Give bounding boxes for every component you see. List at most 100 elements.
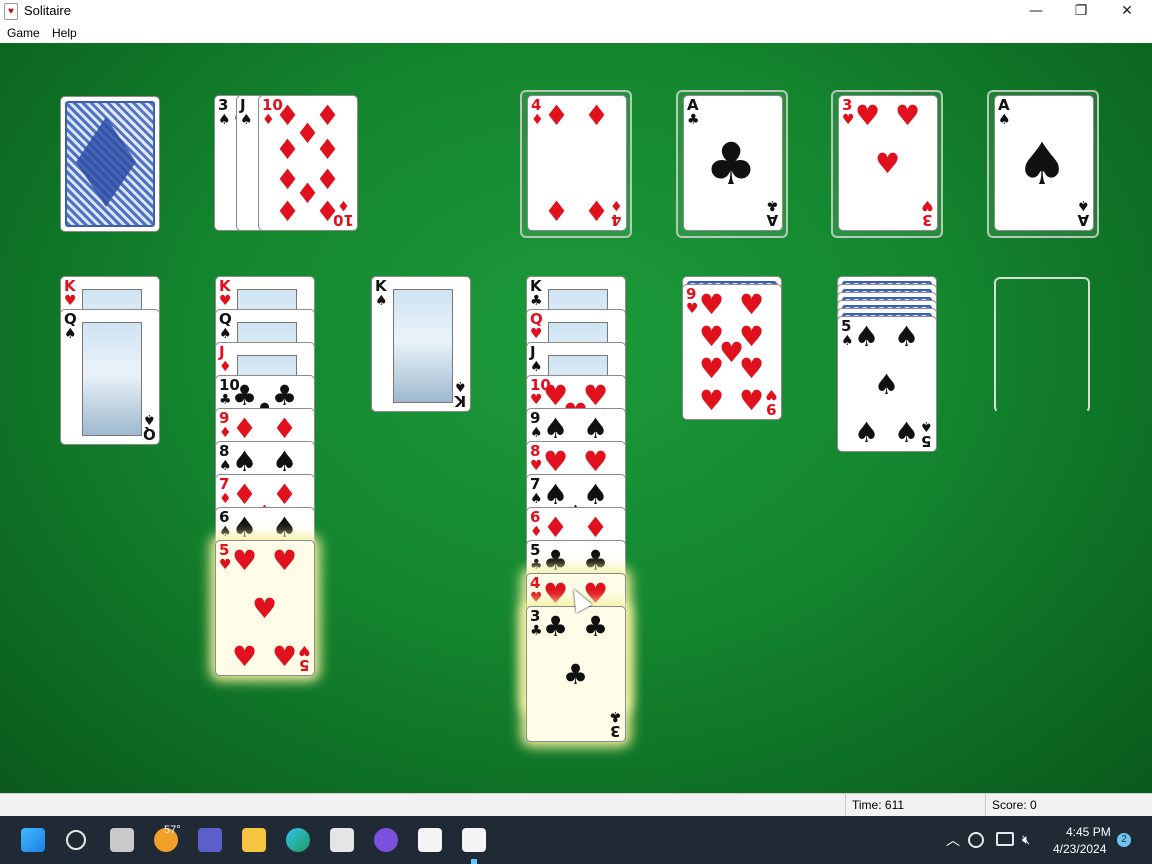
card-suit-rotated-icon: ♠	[920, 418, 933, 434]
microsoft-store-icon[interactable]	[330, 828, 354, 852]
card-corner-index: Q♠	[143, 411, 156, 443]
score-value: 0	[1030, 798, 1037, 812]
search-icon[interactable]	[66, 830, 86, 850]
playing-card[interactable]: A ♣ ♣ A ♣	[683, 95, 783, 231]
face-card-artwork	[82, 322, 142, 436]
volume-muted-icon[interactable]: 🔇︎	[1022, 832, 1030, 848]
card-suit-icon: ♣	[530, 557, 543, 573]
card-pip-icon: ♣	[583, 610, 609, 644]
clock-date[interactable]: 4/23/2024	[1053, 842, 1106, 856]
card-rank: A	[998, 96, 1010, 114]
card-pip-icon: ♥	[739, 352, 765, 386]
edge-browser-icon[interactable]	[286, 828, 310, 852]
card-pip-icon: ♦	[544, 194, 570, 228]
empty-tableau-slot[interactable]	[994, 277, 1090, 413]
card-rank: Q	[219, 310, 232, 328]
card-pip-icon: ♥	[583, 445, 609, 479]
card-corner-index: 9 ♥	[765, 386, 778, 418]
menu-help[interactable]: Help	[52, 26, 77, 40]
playing-card[interactable]: 4 ♦ ♦ ♦ ♦ ♦ 4 ♦	[527, 95, 627, 231]
window-title: Solitaire	[24, 3, 71, 18]
card-pip-icon: ♦	[315, 133, 341, 167]
card-rank: 5	[841, 317, 852, 335]
card-pip-icon: ♥	[699, 352, 725, 386]
playing-card[interactable]: A ♠ ♠ A ♠	[994, 95, 1094, 231]
card-rank: A	[687, 96, 699, 114]
card-pip-icon: ♦	[232, 412, 258, 446]
start-icon[interactable]	[21, 828, 45, 852]
playing-card[interactable]: 9 ♥ ♥ ♥ ♥ ♥ ♥ ♥ ♥ ♥ ♥ 9 ♥	[682, 284, 782, 420]
time-display: Time: 611	[845, 794, 982, 817]
card-rank: 9	[219, 409, 230, 427]
card-rank: 8	[219, 442, 230, 460]
teams-chat-icon[interactable]	[198, 828, 222, 852]
card-pip-icon: ♥	[855, 99, 881, 133]
card-rank: 3	[842, 96, 853, 114]
score-label: Score:	[992, 798, 1027, 812]
minimize-button[interactable]: —	[1013, 0, 1059, 22]
close-button[interactable]: ✕	[1104, 0, 1150, 22]
card-rank-rotated: 3	[922, 211, 933, 229]
playing-card[interactable]: Q♠ Q♠	[60, 309, 160, 445]
card-suit-icon: ♠	[219, 524, 232, 540]
card-rank: 3	[218, 96, 229, 114]
sync-icon[interactable]	[968, 832, 984, 848]
windows-taskbar: 57° ︿ 🔇︎ 4:45 PM 4/23/2024 2	[0, 816, 1152, 864]
playing-card[interactable]: 10 ♦ ♦ ♦ ♦ ♦ ♦ ♦ ♦ ♦ ♦ ♦ 10 ♦	[258, 95, 358, 231]
card-rank: Q	[64, 310, 77, 328]
card-suit-icon: ♥	[530, 458, 543, 474]
card-pip-icon: ♠	[894, 320, 920, 354]
playing-card[interactable]: K ♠ K ♠	[371, 276, 471, 412]
card-suit-icon: ♠	[219, 326, 232, 342]
firefox-icon[interactable]	[374, 828, 398, 852]
playing-card[interactable]: 5 ♠ ♠ ♠ ♠ ♠ ♠ 5 ♠	[837, 316, 937, 452]
card-corner-index: A ♠	[1077, 197, 1090, 229]
card-rank: 3	[530, 607, 541, 625]
card-suit-icon: ♠	[998, 112, 1011, 128]
card-corner-index: 3 ♥	[921, 197, 934, 229]
card-rank: 6	[219, 508, 230, 526]
maximize-button[interactable]: ❐	[1058, 0, 1104, 22]
time-value: 611	[884, 798, 905, 812]
card-rank: Q	[530, 310, 543, 328]
notification-badge[interactable]: 2	[1117, 833, 1131, 847]
card-suit-icon: ♥	[842, 112, 855, 128]
file-explorer-icon[interactable]	[242, 828, 266, 852]
playing-card[interactable]: 3 ♥ ♥ ♥ ♥ 3 ♥	[838, 95, 938, 231]
card-suit-icon: ♥	[219, 557, 232, 573]
card-rank: 7	[219, 475, 230, 493]
status-bar: Time: 611 Score: 0	[0, 793, 1152, 817]
time-label: Time:	[852, 798, 882, 812]
card-corner-index: 4 ♦	[610, 197, 623, 229]
card-suit-icon: ♣	[530, 623, 543, 639]
card-pip-icon: ♥	[739, 288, 765, 322]
chevron-up-icon[interactable]: ︿	[946, 830, 960, 850]
card-suit-icon: ♦	[262, 112, 275, 128]
solitaire-app-icon: ♥	[4, 3, 18, 20]
solitaire-active-taskbar-icon[interactable]	[462, 828, 486, 852]
stock-pile[interactable]	[60, 96, 160, 232]
card-pip-icon: ♦	[275, 133, 301, 167]
card-pip-icon: ♥	[232, 544, 258, 578]
task-view-icon[interactable]	[110, 828, 134, 852]
card-rank-rotated: 4	[611, 211, 622, 229]
card-rank: K	[530, 277, 542, 295]
card-pip-icon: ♥	[252, 592, 278, 625]
card-rank: 8	[530, 442, 541, 460]
card-rank: K	[219, 277, 231, 295]
card-pip-icon: ♦	[584, 194, 610, 228]
card-pip-icon: ♥	[232, 639, 258, 673]
card-pip-icon: ♠	[272, 511, 298, 545]
network-icon[interactable]	[996, 832, 1014, 846]
menu-game[interactable]: Game	[7, 26, 40, 40]
card-suit-icon: ♥	[530, 590, 543, 606]
solitaire-taskbar-icon[interactable]	[418, 828, 442, 852]
card-pip-icon: ♠	[1016, 130, 1068, 198]
playing-card[interactable]: 3 ♣ ♣ ♣ ♣ 3 ♣	[526, 606, 626, 742]
card-suit-icon: ♠	[64, 326, 77, 342]
playing-card[interactable]: 5 ♥ ♥ ♥ ♥ ♥ ♥ 5 ♥	[215, 540, 315, 676]
card-suit-icon: ♦	[219, 491, 232, 507]
card-corner-index: 10 ♦	[333, 197, 354, 229]
clock-time[interactable]: 4:45 PM	[1066, 825, 1111, 839]
card-rank-rotated: 10	[333, 211, 354, 229]
